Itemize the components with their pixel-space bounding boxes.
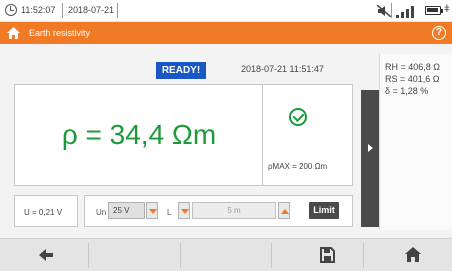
toolbar-divider xyxy=(363,243,364,268)
l-decrease-button[interactable] xyxy=(178,202,190,219)
un-select[interactable]: 25 V xyxy=(108,202,145,219)
measurement-timestamp: 2018-07-21 11:51:47 xyxy=(241,64,324,74)
status-divider xyxy=(62,3,63,18)
chevron-down-icon xyxy=(149,209,157,214)
chevron-down-icon xyxy=(181,209,189,214)
status-time: 11:52:07 xyxy=(21,5,56,15)
save-icon[interactable] xyxy=(318,246,336,264)
status-bar: 11:52:07 2018-07-21 ǂ xyxy=(0,0,452,22)
l-label: L xyxy=(167,208,172,217)
status-divider xyxy=(391,3,392,18)
back-arrow-icon[interactable] xyxy=(37,246,55,264)
l-value-field[interactable]: 5 m xyxy=(192,202,276,219)
pmax-label: ρMAX = 200 Ωm xyxy=(268,162,328,171)
un-label: Un xyxy=(96,208,107,217)
help-icon[interactable]: ? xyxy=(432,26,446,40)
toolbar-divider xyxy=(271,243,272,268)
clock-icon xyxy=(5,4,17,16)
toolbar-divider xyxy=(88,243,89,268)
result-value: ρ = 34,4 Ωm xyxy=(61,119,217,150)
page-title: Earth resistivity xyxy=(29,28,91,38)
l-increase-button[interactable] xyxy=(278,202,290,219)
check-circle-icon xyxy=(289,108,307,126)
chevron-up-icon xyxy=(281,209,289,214)
rh-value: RH = 406,8 Ω xyxy=(385,62,441,72)
mute-icon xyxy=(377,5,391,17)
plug-icon: ǂ xyxy=(444,4,450,15)
status-badge: READY! xyxy=(156,62,206,79)
home-icon[interactable] xyxy=(6,26,21,40)
status-date: 2018-07-21 xyxy=(68,5,115,15)
delta-value: δ = 1,28 % xyxy=(385,86,429,96)
bottom-toolbar xyxy=(0,238,452,271)
battery-icon xyxy=(425,6,443,15)
un-dropdown-button[interactable] xyxy=(146,202,158,219)
rs-value: RS = 401,6 Ω xyxy=(385,74,440,84)
title-bar: Earth resistivity ? xyxy=(0,22,452,44)
side-panel-toggle[interactable] xyxy=(361,90,379,227)
limit-button[interactable]: Limit xyxy=(309,202,339,219)
status-divider xyxy=(117,3,118,18)
home-icon[interactable] xyxy=(404,246,422,264)
signal-icon xyxy=(396,4,420,18)
toolbar-divider xyxy=(180,243,181,268)
u-value: U = 0,21 V xyxy=(24,208,63,217)
result-display: ρ = 34,4 Ωm xyxy=(15,85,263,185)
